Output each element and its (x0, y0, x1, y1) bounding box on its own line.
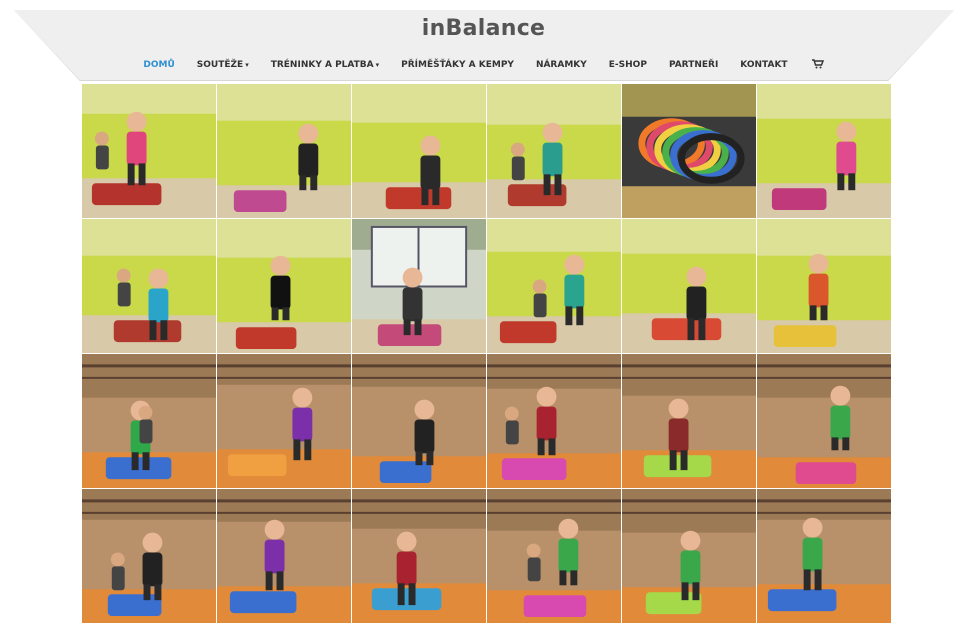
gallery-photo[interactable] (352, 219, 487, 354)
photo-image (352, 219, 486, 353)
photo-image (622, 84, 756, 218)
photo-image (622, 219, 756, 353)
site-title[interactable]: inBalance (0, 16, 967, 41)
gallery-photo[interactable] (352, 354, 487, 489)
gallery-photo[interactable] (217, 354, 352, 489)
photo-image (757, 354, 891, 488)
photo-image (82, 354, 216, 488)
gallery-photo[interactable] (217, 219, 352, 354)
caret-down-icon: ▾ (245, 61, 249, 69)
nav-item-label: SOUTĚŽE (196, 60, 244, 70)
photo-image (82, 84, 216, 218)
gallery-photo[interactable] (82, 84, 217, 219)
photo-image (352, 84, 486, 218)
photo-gallery (82, 84, 894, 624)
nav-item-label: TRÉNINKY A PLATBA (270, 60, 374, 70)
gallery-photo[interactable] (757, 219, 892, 354)
gallery-photo[interactable] (487, 354, 622, 489)
photo-image (757, 219, 891, 353)
nav-item-1[interactable]: DOMŮ (143, 60, 174, 70)
gallery-photo[interactable] (487, 489, 622, 624)
gallery-photo[interactable] (757, 84, 892, 219)
photo-image (487, 354, 621, 488)
gallery-photo[interactable] (757, 354, 892, 489)
nav-item-label: NÁRAMKY (535, 60, 587, 70)
nav-item-label: DOMŮ (143, 60, 175, 70)
nav-item-label: PARTNEŘI (668, 60, 719, 70)
nav-item-label: PŘÍMĚŠŤÁKY A KEMPY (401, 60, 514, 70)
gallery-photo[interactable] (352, 489, 487, 624)
gallery-photo[interactable] (487, 219, 622, 354)
nav-item-6[interactable]: E-SHOP (609, 60, 647, 70)
gallery-photo[interactable] (217, 489, 352, 624)
nav-item-8[interactable]: KONTAKT (740, 60, 787, 70)
photo-image (217, 219, 351, 353)
photo-image (217, 489, 351, 623)
photo-image (757, 489, 891, 623)
main-nav: DOMŮ SOUTĚŽE ▾ TRÉNINKY A PLATBA ▾ PŘÍMĚŠŤÁKY… (0, 57, 967, 73)
gallery-photo[interactable] (487, 84, 622, 219)
nav-item-4[interactable]: PŘÍMĚŠŤÁKY A KEMPY (401, 60, 514, 70)
nav-item-label: KONTAKT (740, 60, 788, 70)
gallery-photo[interactable] (82, 489, 217, 624)
photo-image (82, 219, 216, 353)
gallery-photo[interactable] (217, 84, 352, 219)
nav-item-label: E-SHOP (608, 60, 647, 70)
cart-button[interactable] (810, 58, 824, 72)
photo-image (622, 489, 756, 623)
photo-image (487, 84, 621, 218)
gallery-photo[interactable] (622, 84, 757, 219)
nav-item-3[interactable]: TRÉNINKY A PLATBA ▾ (271, 60, 379, 70)
photo-image (217, 84, 351, 218)
gallery-photo[interactable] (82, 219, 217, 354)
gallery-photo[interactable] (82, 354, 217, 489)
photo-image (217, 354, 351, 488)
gallery-photo[interactable] (622, 489, 757, 624)
cart-icon (811, 58, 824, 68)
photo-image (352, 489, 486, 623)
photo-image (352, 354, 486, 488)
photo-image (622, 354, 756, 488)
photo-image (757, 84, 891, 218)
gallery-photo[interactable] (757, 489, 892, 624)
gallery-photo[interactable] (352, 84, 487, 219)
photo-image (487, 219, 621, 353)
gallery-photo[interactable] (622, 354, 757, 489)
nav-item-5[interactable]: NÁRAMKY (536, 60, 587, 70)
gallery-photo[interactable] (622, 219, 757, 354)
photo-image (82, 489, 216, 623)
photo-image (487, 489, 621, 623)
nav-item-2[interactable]: SOUTĚŽE ▾ (197, 60, 249, 70)
nav-item-7[interactable]: PARTNEŘI (669, 60, 718, 70)
caret-down-icon: ▾ (375, 61, 380, 69)
